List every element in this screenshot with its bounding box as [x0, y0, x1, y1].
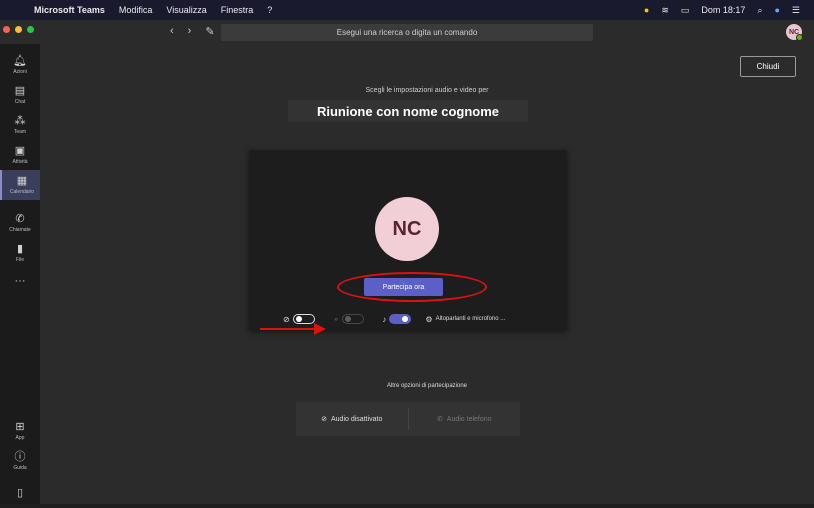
presence-dot — [796, 34, 803, 41]
menu-modifica[interactable]: Modifica — [119, 5, 153, 15]
sidebar-item-label: App — [15, 435, 25, 441]
sidebar-item-label: Guida — [13, 465, 27, 471]
avatar: NC — [375, 197, 439, 261]
phone-icon: ✆ — [436, 416, 443, 423]
bag-icon: ▣ — [14, 145, 26, 157]
sidebar-item-label: Calendario — [9, 189, 35, 195]
mute-icon: ⊘ — [321, 416, 327, 423]
file-icon: ▮ — [16, 243, 24, 255]
control-center-icon[interactable]: ☰ — [792, 5, 800, 16]
team-icon: ⁂ — [14, 115, 26, 127]
more-icon: ··· — [14, 275, 26, 287]
close-window-icon[interactable] — [3, 26, 10, 33]
sidebar-item-label: Azioni — [13, 69, 27, 75]
sidebar-item-azioni[interactable]: 🔔︎ Azioni — [0, 50, 40, 80]
battery-icon[interactable]: ▭ — [681, 5, 690, 16]
sidebar-item-guida[interactable]: ⓘ Guida — [0, 446, 40, 476]
sidebar-item-label: File — [15, 257, 25, 263]
app-status-icon[interactable]: ● — [644, 5, 649, 15]
sidebar-item-label: Chat — [14, 99, 26, 105]
sidebar-item-label: Attività — [12, 159, 28, 165]
apps-icon: ⊞ — [15, 421, 25, 433]
meeting-title: Riunione con nome cognome — [288, 100, 528, 122]
chat-icon: ▤ — [14, 85, 26, 97]
wifi-icon[interactable]: ≋ — [661, 5, 669, 16]
forward-icon[interactable]: › — [188, 25, 192, 38]
app-sidebar: 🔔︎ Azioni ▤ Chat ⁂ Team ▣ Attività ▦ Cal… — [0, 44, 42, 504]
preview-panel: NC Partecipa ora ⊘ ⚬ ♪ ⚙ Altoparlanti e … — [249, 150, 567, 330]
sidebar-item-label: Team — [13, 129, 27, 135]
join-options: ⊘ Audio disattivato ✆ Audio telefono — [296, 402, 520, 436]
sidebar-item-chiamate[interactable]: ✆ Chiamate — [0, 208, 40, 238]
menu-visualizza[interactable]: Visualizza — [166, 5, 206, 15]
background-effects-icon: ⚬ — [332, 314, 340, 324]
clock[interactable]: Dom 18:17 — [701, 5, 745, 15]
spotlight-icon[interactable]: ⌕ — [757, 5, 762, 16]
sidebar-item-calendario[interactable]: ▦ Calendario — [0, 170, 42, 200]
phone-icon: ✆ — [15, 213, 25, 225]
sidebar-item-more[interactable]: ··· — [0, 266, 40, 296]
sidebar-item-file[interactable]: ▮ File — [0, 238, 40, 268]
more-options-title: Altre opzioni di partecipazione — [386, 383, 468, 389]
prejoin-screen: Chiudi Scegli le impostazioni audio e vi… — [40, 44, 814, 504]
sidebar-item-label: Chiamate — [9, 227, 31, 233]
menu-help[interactable]: ? — [267, 5, 272, 15]
bell-icon: 🔔︎ — [13, 55, 27, 67]
close-button[interactable]: Chiudi — [740, 56, 796, 77]
sidebar-item-team[interactable]: ⁂ Team — [0, 110, 40, 140]
phone-audio-option[interactable]: ✆ Audio telefono — [407, 408, 521, 430]
annotation-arrow — [260, 323, 326, 335]
macos-menubar: Microsoft Teams Modifica Visualizza Fine… — [0, 0, 814, 20]
siri-icon[interactable]: ● — [774, 5, 779, 15]
back-icon[interactable]: ‹ — [170, 25, 174, 38]
audio-off-label: Audio disattivato — [331, 415, 383, 423]
sidebar-item-attivita[interactable]: ▣ Attività — [0, 140, 40, 170]
help-icon: ⓘ — [14, 451, 26, 463]
calendar-icon: ▦ — [16, 175, 28, 187]
minimize-window-icon[interactable] — [15, 26, 22, 33]
highlight-ellipse — [337, 272, 487, 302]
window-titlebar: ‹ › ✎ Esegui una ricerca o digita un com… — [0, 20, 814, 44]
phone-audio-label: Audio telefono — [446, 415, 492, 423]
compose-icon[interactable]: ✎ — [205, 25, 214, 38]
avatar[interactable]: NC — [786, 24, 803, 41]
menubar-status: ● ≋ ▭ Dom 18:17 ⌕ ● ☰ — [644, 5, 814, 16]
sidebar-item-app[interactable]: ⊞ App — [0, 416, 40, 446]
nav-arrows: ‹ › ✎ — [170, 25, 215, 38]
menu-app-name[interactable]: Microsoft Teams — [34, 5, 105, 15]
audio-off-option[interactable]: ⊘ Audio disattivato — [296, 415, 408, 424]
microphone-icon: ♪ — [382, 314, 387, 324]
background-toggle[interactable] — [342, 314, 365, 324]
prejoin-subtitle: Scegli le impostazioni audio e video per — [365, 87, 489, 94]
device-icon: ▯ — [16, 487, 24, 499]
window-controls — [3, 26, 34, 33]
menu-finestra[interactable]: Finestra — [221, 5, 254, 15]
device-settings-link[interactable]: Altoparlanti e microfono ... — [436, 316, 506, 322]
search-input[interactable]: Esegui una ricerca o digita un comando — [221, 24, 593, 41]
gear-icon: ⚙ — [425, 314, 433, 324]
microphone-toggle[interactable] — [389, 314, 412, 324]
zoom-window-icon[interactable] — [27, 26, 34, 33]
sidebar-item-chat[interactable]: ▤ Chat — [0, 80, 40, 110]
